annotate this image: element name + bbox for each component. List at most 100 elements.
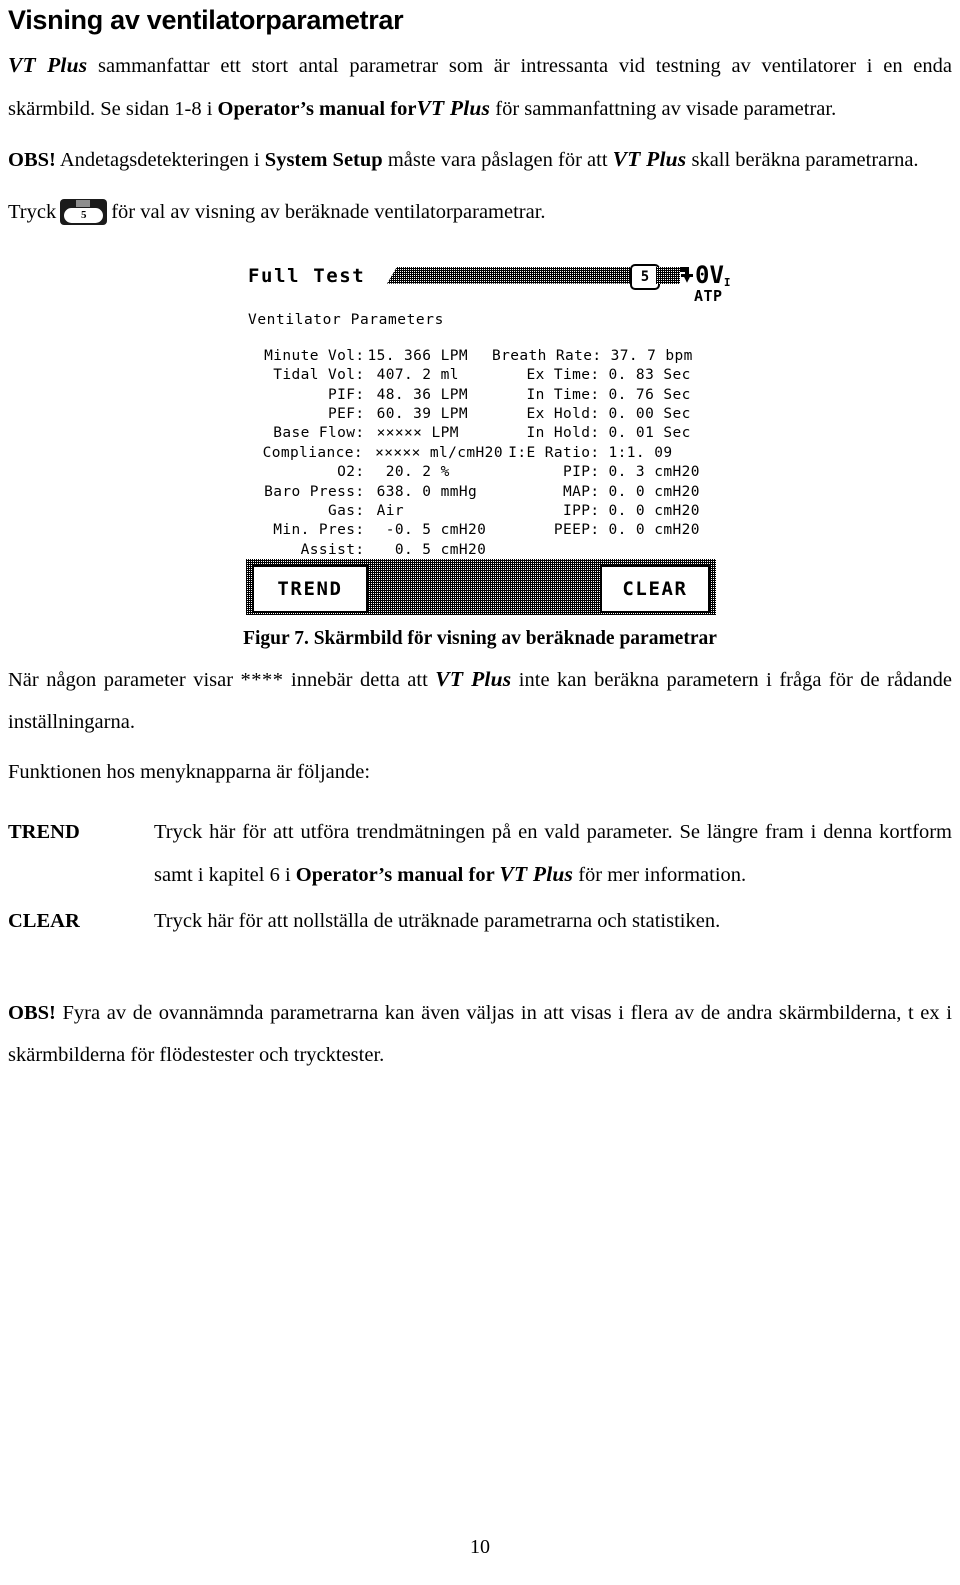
lcd-param-value: 0. 5 cmH20: [367, 541, 487, 558]
keypad-key-5-icon[interactable]: 5: [60, 198, 108, 225]
lcd-param-value: [600, 541, 718, 560]
lcd-param-left: Baro Press: 638. 0 mmHg: [244, 483, 492, 502]
definition-row-clear: CLEAR Tryck här för att nollställa de ut…: [8, 900, 952, 942]
lcd-param-row: O2: 20. 2 % PIP: 0. 3 cmH20: [244, 463, 718, 482]
page-number: 10: [470, 1536, 490, 1558]
lcd-param-value: 37. 7 bpm: [610, 347, 693, 364]
lcd-param-value: 0. 83 Sec: [608, 367, 691, 384]
lcd-param-row: PIF: 48. 36 LPM In Time: 0. 76 Sec: [244, 386, 718, 405]
lcd-param-label: Tidal Vol:: [273, 367, 365, 384]
lcd-param-label: Min. Pres:: [273, 522, 365, 539]
definition-row-trend: TREND Tryck här för att utföra trendmätn…: [8, 811, 952, 896]
flow-valve-icon: [680, 265, 695, 287]
lcd-param-value: 0. 0 cmH20: [608, 522, 700, 539]
lcd-param-left: Base Flow: ××××× LPM: [244, 424, 492, 443]
obs-prefix: OBS!: [8, 148, 56, 171]
tryck-instruction-line: Tryck 5 för val av visning av beräknade ve…: [8, 197, 952, 227]
obs-text-c: skall beräkna parametrarna.: [686, 148, 919, 171]
lcd-param-label: Ex Time:: [526, 367, 600, 384]
definition-term: CLEAR: [8, 909, 80, 932]
lcd-param-value: 48. 36 LPM: [367, 386, 468, 403]
lcd-subtitle: Ventilator Parameters: [248, 311, 444, 328]
key-arrows-icon: [76, 199, 91, 207]
lcd-param-right: PEEP: 0. 0 cmH20: [492, 521, 718, 540]
obs-text-a: Andetagsdetekteringen i: [55, 148, 265, 171]
lcd-param-label: O2:: [337, 464, 365, 481]
lcd-header-banner-2: [656, 266, 680, 284]
lcd-header-banner: [387, 266, 651, 284]
lcd-parameter-grid: Minute Vol: 15. 366 LPM Breath Rate: 37. 7…: [244, 347, 718, 560]
lcd-param-value: ××××× LPM: [367, 425, 459, 442]
softkey-definition-list: TREND Tryck här för att utföra trendmätn…: [8, 811, 952, 942]
stars-text-b: innebär detta att: [283, 668, 436, 691]
lcd-gas-standard-label: ATP: [694, 286, 723, 305]
lcd-param-right: [492, 541, 718, 560]
lcd-param-left: Minute Vol: 15. 366 LPM: [244, 347, 492, 366]
lcd-softkey-bar: TREND CLEAR: [246, 558, 716, 615]
lcd-param-value: Air: [367, 502, 405, 519]
obs-note-2-text: Fyra av de ovannämnda parametrarna kan ä…: [8, 1001, 952, 1066]
stars-glyphs: ****: [240, 668, 284, 691]
definition-text-b: för mer information.: [573, 863, 747, 886]
lcd-param-label: Ex Hold:: [526, 405, 600, 422]
definition-text-a: Tryck här för att nollställa de uträknad…: [154, 909, 721, 932]
lcd-param-row: PEF: 60. 39 LPM Ex Hold: 0. 00 Sec: [244, 405, 718, 424]
lcd-param-right: Breath Rate: 37. 7 bpm: [492, 347, 718, 366]
lcd-param-label: Minute Vol:: [264, 347, 365, 364]
lcd-channel-label: V: [709, 260, 724, 289]
lcd-param-label: PEF:: [328, 405, 365, 422]
lcd-param-value: -0. 5 cmH20: [367, 522, 487, 539]
trend-softkey-button[interactable]: TREND: [252, 564, 368, 613]
lcd-param-label: PIP:: [563, 464, 600, 481]
lcd-param-left: PIF: 48. 36 LPM: [244, 386, 492, 405]
vtplus-brand-5: VT Plus: [499, 861, 574, 886]
figure-7: Full Test 5 0VI ATP Ventilator Parameter…: [8, 248, 952, 650]
lcd-param-left: Min. Pres: -0. 5 cmH20: [244, 521, 492, 540]
lcd-param-label: In Time:: [526, 386, 600, 403]
menu-intro-paragraph: Funktionen hos menyknapparna är följande…: [8, 760, 371, 783]
vtplus-brand-2: VT Plus: [416, 95, 491, 120]
lcd-param-right: PIP: 0. 3 cmH20: [492, 463, 718, 482]
page-content: Visning av ventilatorparametrar VT Plus …: [8, 0, 952, 1076]
stars-explanation-paragraph: När någon parameter visar **** innebär d…: [8, 658, 952, 743]
lcd-test-mode-title: Full Test: [248, 264, 366, 287]
lcd-param-label: In Hold:: [526, 425, 600, 442]
lcd-param-row: Min. Pres: -0. 5 cmH20 PEEP: 0. 0 cmH20: [244, 521, 718, 540]
lcd-param-row: Tidal Vol: 407. 2 ml Ex Time: 0. 83 Sec: [244, 366, 718, 385]
page-title: Visning av ventilatorparametrar: [8, 5, 404, 35]
clear-softkey-button[interactable]: CLEAR: [600, 564, 710, 613]
figure-caption: Figur 7. Skärmbild för visning av beräkn…: [243, 627, 717, 649]
system-setup-bold: System Setup: [264, 148, 383, 171]
lcd-param-value: 0. 76 Sec: [608, 386, 691, 403]
operators-manual-bold-2: Operator’s manual for: [295, 863, 500, 886]
definition-term: TREND: [8, 820, 80, 843]
lcd-param-label: Baro Press:: [264, 483, 365, 500]
lcd-param-label: PIF:: [328, 386, 365, 403]
lcd-param-row: Assist: 0. 5 cmH20: [244, 541, 718, 560]
operators-manual-bold: Operator’s manual for: [217, 97, 417, 120]
lcd-param-row: Compliance: ××××× ml/cmH20 I:E Ratio: 1:1…: [244, 444, 718, 463]
lcd-param-right: Ex Hold: 0. 00 Sec: [492, 405, 718, 424]
lcd-param-value: 1:1. 09: [608, 444, 673, 461]
lcd-param-left: Assist: 0. 5 cmH20: [244, 541, 492, 560]
obs-note-2: OBS! Fyra av de ovannämnda parametrarna …: [8, 992, 952, 1076]
lcd-param-row: Baro Press: 638. 0 mmHg MAP: 0. 0 cmH20: [244, 483, 718, 502]
lcd-param-left: Compliance: ××××× ml/cmH20: [244, 444, 503, 463]
obs-note-1: OBS! Andetagsdetekteringen i System Setu…: [8, 138, 952, 181]
lcd-gas-standard-block: 0VI ATP: [680, 261, 750, 304]
lcd-param-right: I:E Ratio: 1:1. 09: [492, 444, 718, 463]
lcd-param-value: 407. 2 ml: [367, 367, 459, 384]
vtplus-brand: VT Plus: [8, 52, 88, 77]
lcd-param-label: Compliance:: [262, 444, 363, 461]
lcd-param-left: PEF: 60. 39 LPM: [244, 405, 492, 424]
lcd-param-right: IPP: 0. 0 cmH20: [492, 502, 718, 521]
lcd-header-bar: Full Test 5 0VI ATP: [248, 261, 731, 311]
definition-description: Tryck här för att nollställa de uträknad…: [154, 900, 952, 942]
stars-text-a: När någon parameter visar: [8, 668, 241, 691]
lcd-channel-subscript: I: [723, 275, 731, 289]
lcd-param-label: I:E Ratio:: [508, 444, 600, 461]
lcd-param-left: Tidal Vol: 407. 2 ml: [244, 366, 492, 385]
lcd-param-left: O2: 20. 2 %: [244, 463, 492, 482]
lcd-param-row: Gas: Air IPP: 0. 0 cmH20: [244, 502, 718, 521]
obs-text-b: måste vara påslagen för att: [382, 148, 613, 171]
